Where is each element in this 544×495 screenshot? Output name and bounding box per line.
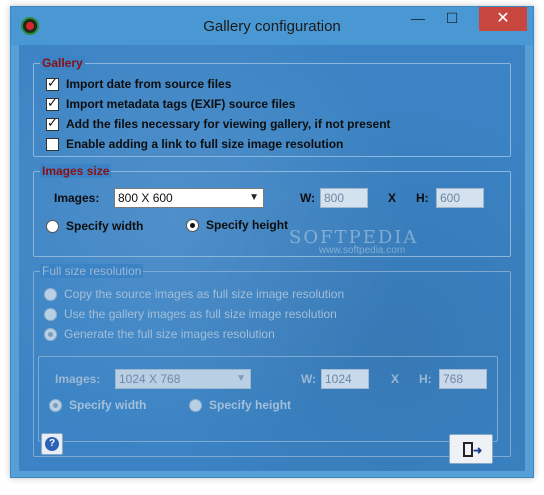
full-specify-width-option[interactable]: Specify width <box>49 397 146 413</box>
generate-full-label[interactable]: Generate the full size images resolution <box>64 327 275 341</box>
full-specify-height-label[interactable]: Specify height <box>209 398 291 412</box>
softpedia-watermark-url: www.softpedia.com <box>319 245 406 256</box>
close-button[interactable]: ✕ <box>479 7 527 31</box>
gallery-group: Gallery Import date from source files Im… <box>33 56 511 157</box>
use-gallery-option[interactable]: Use the gallery images as full size imag… <box>44 306 337 322</box>
enable-link-checkbox[interactable] <box>46 137 59 151</box>
copy-source-label[interactable]: Copy the source images as full size imag… <box>64 287 344 301</box>
copy-source-radio[interactable] <box>44 287 57 301</box>
full-size-group-legend: Full size resolution <box>40 264 144 278</box>
images-size-value: 800 X 600 <box>118 191 173 205</box>
specify-height-option[interactable]: Specify height <box>186 217 288 233</box>
images-size-group-legend: Images size <box>40 164 112 178</box>
full-height-input[interactable]: 768 <box>439 369 487 389</box>
add-files-option[interactable]: Add the files necessary for viewing gall… <box>46 116 391 132</box>
full-width-input[interactable]: 1024 <box>321 369 369 389</box>
full-specify-height-option[interactable]: Specify height <box>189 397 291 413</box>
generate-full-option[interactable]: Generate the full size images resolution <box>44 326 275 342</box>
full-specify-height-radio[interactable] <box>189 398 202 412</box>
specify-width-option[interactable]: Specify width <box>46 218 143 234</box>
images-size-group: Images size Images: 800 X 600 ▼ W: 800 X… <box>33 164 511 257</box>
enable-link-option[interactable]: Enable adding a link to full size image … <box>46 136 343 152</box>
full-size-group: Full size resolution Copy the source ima… <box>33 264 511 457</box>
maximize-button[interactable]: ☐ <box>437 7 467 31</box>
times-label: X <box>388 191 397 205</box>
title-bar[interactable]: Gallery configuration — ☐ ✕ <box>11 7 533 45</box>
width-label: W: <box>300 191 316 205</box>
chevron-down-icon: ▼ <box>236 373 246 384</box>
use-gallery-label[interactable]: Use the gallery images as full size imag… <box>64 307 337 321</box>
help-icon: ? <box>45 437 59 451</box>
import-date-checkbox[interactable] <box>46 76 59 91</box>
exit-button[interactable]: ➜ <box>449 434 493 464</box>
help-button[interactable]: ? <box>41 433 63 455</box>
generate-full-radio[interactable] <box>44 327 57 341</box>
height-input[interactable]: 600 <box>436 188 484 208</box>
add-files-checkbox[interactable] <box>46 116 59 131</box>
enable-link-label[interactable]: Enable adding a link to full size image … <box>66 137 343 151</box>
minimize-button[interactable]: — <box>403 7 433 31</box>
specify-height-radio[interactable] <box>186 218 199 232</box>
width-input[interactable]: 800 <box>320 188 368 208</box>
import-date-label[interactable]: Import date from source files <box>66 77 231 91</box>
full-height-label: H: <box>419 372 432 386</box>
full-images-label: Images: <box>55 372 101 386</box>
arrow-icon: ➜ <box>473 445 483 457</box>
import-metadata-option[interactable]: Import metadata tags (EXIF) source files <box>46 96 295 112</box>
gallery-configuration-window: Gallery configuration — ☐ ✕ Gallery Impo… <box>10 6 534 478</box>
full-images-size-select[interactable]: 1024 X 768 ▼ <box>115 369 251 389</box>
exit-door-icon <box>463 442 473 457</box>
images-size-select[interactable]: 800 X 600 ▼ <box>114 188 264 208</box>
specify-height-label[interactable]: Specify height <box>206 218 288 232</box>
use-gallery-radio[interactable] <box>44 307 57 321</box>
full-images-size-value: 1024 X 768 <box>119 372 181 386</box>
import-metadata-label[interactable]: Import metadata tags (EXIF) source files <box>66 97 295 111</box>
dialog-client-area: Gallery Import date from source files Im… <box>19 45 525 471</box>
chevron-down-icon: ▼ <box>249 192 259 203</box>
import-date-option[interactable]: Import date from source files <box>46 76 231 92</box>
full-width-label: W: <box>301 372 317 386</box>
full-size-inner-group: Images: 1024 X 768 ▼ W: 1024 X H: 768 Sp… <box>38 356 498 442</box>
full-specify-width-radio[interactable] <box>49 398 62 412</box>
specify-width-label[interactable]: Specify width <box>66 219 143 233</box>
add-files-label[interactable]: Add the files necessary for viewing gall… <box>66 117 391 131</box>
full-specify-width-label[interactable]: Specify width <box>69 398 146 412</box>
import-metadata-checkbox[interactable] <box>46 96 59 111</box>
images-label: Images: <box>54 191 100 205</box>
copy-source-option[interactable]: Copy the source images as full size imag… <box>44 286 344 302</box>
full-times-label: X <box>391 372 400 386</box>
specify-width-radio[interactable] <box>46 219 59 233</box>
gallery-group-legend: Gallery <box>40 56 85 70</box>
height-label: H: <box>416 191 429 205</box>
